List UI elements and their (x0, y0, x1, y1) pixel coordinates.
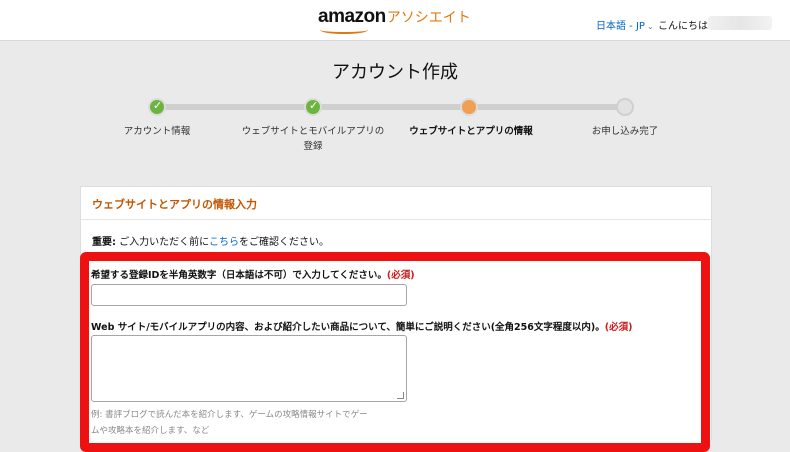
step-2-label: ウェブサイトとモバイルアプリの 登録 (230, 124, 396, 154)
greeting-text: こんにちは (658, 21, 708, 32)
top-header: amazonアソシエイト 日本語 - JP ⌄ こんにちは (0, 0, 790, 41)
checkmark-icon: ✓ (309, 99, 319, 112)
card-header: ウェブサイトとアプリの情報入力 (81, 187, 711, 220)
store-id-input[interactable] (91, 284, 407, 306)
language-selector[interactable]: 日本語 - JP ⌄ (596, 17, 654, 32)
language-label: 日本語 - JP (596, 21, 645, 32)
step-2-label-line1: ウェブサイトとモバイルアプリの (241, 126, 385, 137)
logo-suffix-text: アソシエイト (386, 10, 471, 26)
site-description-label-text: Web サイト/モバイルアプリの内容、および紹介したい商品について、簡単にご説明… (91, 322, 605, 333)
redacted-username (708, 16, 772, 30)
resize-handle-icon[interactable] (397, 392, 404, 399)
step-4-label: お申し込み完了 (591, 126, 659, 137)
store-id-required-mark: (必須) (386, 270, 415, 281)
smile-arrow-icon (320, 26, 368, 34)
step-1-label: アカウント情報 (123, 126, 191, 137)
progress-track (157, 104, 625, 110)
amazon-associates-logo[interactable]: amazonアソシエイト (318, 6, 471, 34)
chevron-down-icon: ⌄ (646, 22, 654, 31)
notice-bold-label: 重要: (92, 237, 116, 248)
store-id-label-text: 希望する登録IDを半角英数字（日本語は不可）で入力してください。 (91, 270, 387, 281)
site-description-textarea[interactable] (91, 335, 407, 402)
description-example-hint: 例: 書評ブログで読んだ本を紹介します、ゲームの攻略情報サイトでゲー ムや攻略本… (91, 407, 411, 439)
notice-text-post: をご確認ください。 (238, 237, 329, 248)
step-2-label-line2: 登録 (303, 141, 323, 152)
notice-link[interactable]: こちら (209, 237, 239, 248)
checkmark-icon: ✓ (153, 99, 163, 112)
logo-brand-text: amazon (318, 6, 386, 27)
page-title: アカウント作成 (332, 62, 458, 83)
step-3-current-indicator (460, 98, 478, 116)
hint-line-1: 例: 書評ブログで読んだ本を紹介します、ゲームの攻略情報サイトでゲー (91, 410, 368, 420)
hint-line-2: ムや攻略本を紹介します、など (91, 426, 210, 436)
step-2-done-indicator: ✓ (304, 98, 322, 116)
step-4-pending-indicator (616, 98, 634, 116)
important-notice: 重要: ご入力いただく前にこちらをご確認ください。 (92, 233, 329, 248)
section-title: ウェブサイトとアプリの情報入力 (92, 198, 257, 211)
store-id-label: 希望する登録IDを半角英数字（日本語は不可）で入力してください。(必須) (91, 267, 415, 281)
step-3-label: ウェブサイトとアプリの情報 (409, 126, 533, 137)
site-description-label: Web サイト/モバイルアプリの内容、および紹介したい商品について、簡単にご説明… (91, 319, 632, 333)
notice-text-pre: ご入力いただく前に (116, 237, 209, 248)
step-1-done-indicator: ✓ (148, 98, 166, 116)
site-description-required-mark: (必須) (604, 322, 633, 333)
